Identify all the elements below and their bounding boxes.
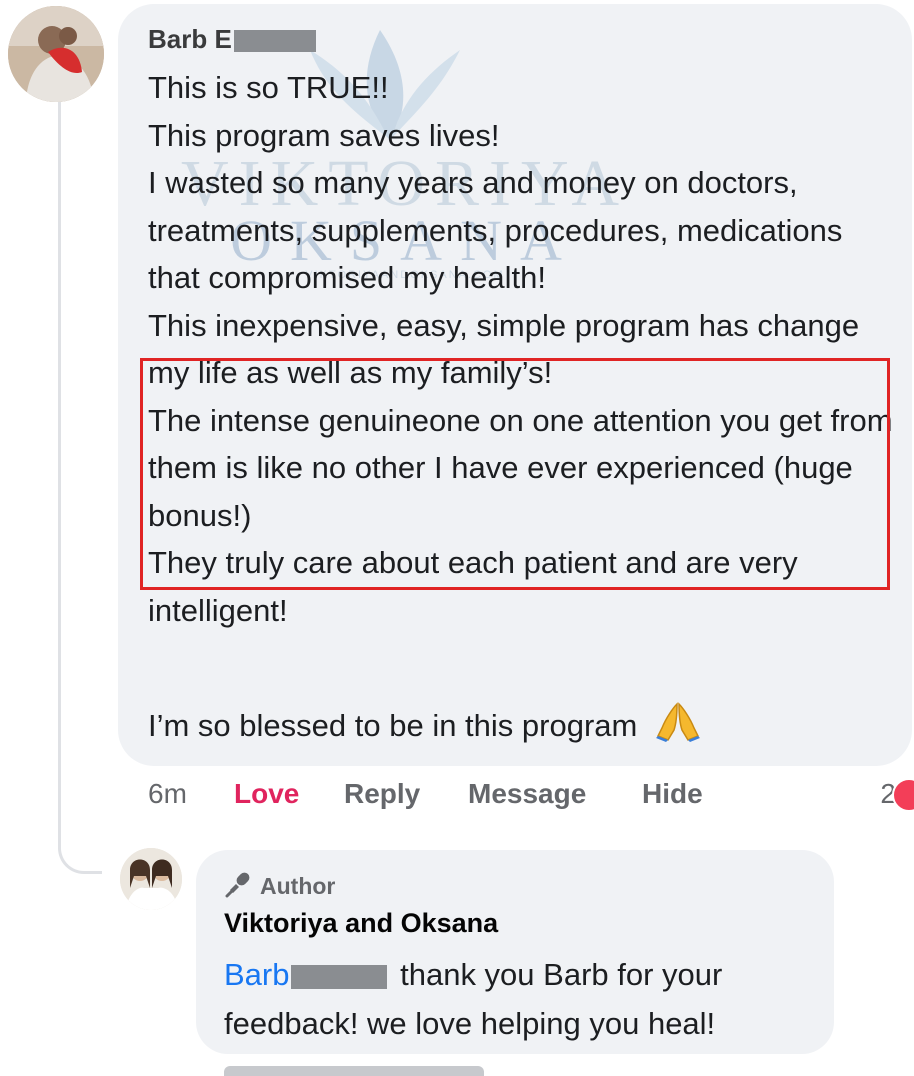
comment-line: This inexpensive, easy, simple program h…	[148, 307, 860, 391]
comment-author[interactable]: Barb E	[148, 24, 316, 55]
comment-line: I’m so blessed to be in this program	[148, 708, 638, 743]
comment-last-line: I’m so blessed to be in this program	[148, 700, 702, 750]
comment-line: I wasted so many years and money on doct…	[148, 165, 843, 295]
microphone-icon	[225, 872, 250, 898]
redacted-name-block	[291, 964, 388, 989]
hide-button[interactable]: Hide	[642, 778, 703, 810]
redacted-name-block	[233, 30, 316, 53]
love-button[interactable]: Love	[234, 778, 299, 810]
reply-button[interactable]: Reply	[344, 778, 420, 810]
reply-author-name[interactable]: Viktoriya and Oksana	[224, 908, 498, 939]
message-button[interactable]: Message	[468, 778, 586, 810]
folded-hands-icon	[654, 700, 702, 750]
profile-photo-icon	[8, 6, 104, 102]
timestamp[interactable]: 6m	[148, 778, 187, 810]
author-badge-label: Author	[260, 873, 336, 899]
comment-actions: 6m Love Reply Message Hide 2	[148, 778, 914, 818]
avatar[interactable]	[8, 6, 104, 102]
profile-photo-icon	[120, 848, 182, 910]
mention-link[interactable]: Barb	[224, 957, 391, 992]
comment-body: This is so TRUE!! This program saves liv…	[148, 64, 898, 634]
author-badge: Author	[224, 870, 335, 900]
reply-avatar[interactable]	[120, 848, 182, 910]
reply-body: Barb thank you Barb for your feedback! w…	[224, 950, 824, 1048]
comment-line: They truly care about each patient and a…	[148, 545, 798, 628]
mention-name[interactable]: Barb	[224, 957, 289, 992]
thread-connector	[58, 820, 102, 874]
reply-actions-cutoff	[224, 1066, 484, 1076]
comment-author-name[interactable]: Barb E	[148, 24, 232, 54]
comment-line: This program saves lives!	[148, 117, 500, 153]
thread-line	[58, 100, 61, 840]
comment-line: The intense genuineone on one attention …	[148, 402, 893, 533]
comment-line: This is so TRUE!!	[148, 70, 389, 105]
